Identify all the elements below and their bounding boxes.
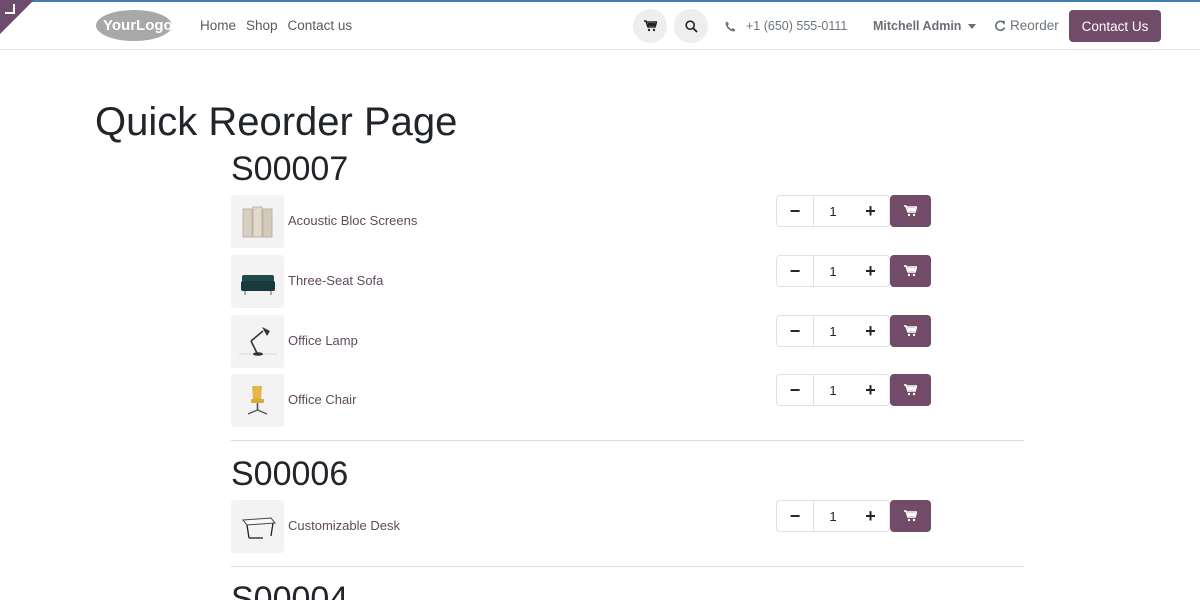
- caret-down-icon: [968, 23, 977, 29]
- cart-icon: [904, 510, 917, 522]
- cart-icon: [904, 205, 917, 217]
- logo-text: YourLogo: [103, 17, 173, 34]
- increase-quantity-button[interactable]: +: [852, 500, 890, 532]
- phone-icon: [725, 21, 736, 31]
- quantity-stepper: − 1 +: [776, 255, 890, 287]
- add-to-cart-button[interactable]: [890, 315, 931, 347]
- quantity-stepper: − 1 +: [776, 315, 890, 347]
- cart-icon: [643, 20, 657, 32]
- add-to-cart-button[interactable]: [890, 374, 931, 406]
- header-cart-button[interactable]: [633, 9, 667, 43]
- quantity-stepper: − 1 +: [776, 195, 890, 227]
- order-divider: [231, 440, 1024, 441]
- product-link[interactable]: Acoustic Bloc Screens: [288, 213, 417, 228]
- order-title: S00006: [231, 455, 349, 493]
- quantity-input[interactable]: 1: [814, 255, 852, 287]
- cart-icon: [904, 265, 917, 277]
- order-title: S00004: [231, 580, 349, 600]
- quantity-input[interactable]: 1: [814, 195, 852, 227]
- increase-quantity-button[interactable]: +: [852, 195, 890, 227]
- user-name: Mitchell Admin: [873, 19, 962, 33]
- order-item: Office Lamp − 1 +: [231, 315, 931, 368]
- contact-us-button[interactable]: Contact Us: [1069, 10, 1161, 42]
- acoustic-screen-image: [231, 195, 284, 248]
- add-to-cart-button[interactable]: [890, 500, 931, 532]
- corner-arrow-icon: [5, 4, 15, 14]
- site-header: YourLogo Home Shop Contact us +1 (650) 5…: [0, 2, 1200, 50]
- increase-quantity-button[interactable]: +: [852, 374, 890, 406]
- nav-home[interactable]: Home: [200, 18, 236, 33]
- header-search-button[interactable]: [674, 9, 708, 43]
- order-item: Customizable Desk − 1 +: [231, 500, 931, 553]
- add-to-cart-button[interactable]: [890, 255, 931, 287]
- quantity-input[interactable]: 1: [814, 500, 852, 532]
- decrease-quantity-button[interactable]: −: [776, 500, 814, 532]
- phone-contact[interactable]: +1 (650) 555-0111: [725, 19, 847, 33]
- decrease-quantity-button[interactable]: −: [776, 315, 814, 347]
- product-link[interactable]: Three-Seat Sofa: [288, 273, 383, 288]
- reorder-link[interactable]: Reorder: [994, 18, 1059, 33]
- cart-icon: [904, 325, 917, 337]
- order-item: Office Chair − 1 +: [231, 374, 931, 427]
- nav-shop[interactable]: Shop: [246, 18, 278, 33]
- decrease-quantity-button[interactable]: −: [776, 374, 814, 406]
- product-link[interactable]: Office Chair: [288, 392, 356, 407]
- order-divider: [231, 566, 1024, 567]
- user-menu[interactable]: Mitchell Admin: [873, 19, 977, 33]
- quantity-input[interactable]: 1: [814, 315, 852, 347]
- order-item: Three-Seat Sofa − 1 +: [231, 255, 931, 308]
- refresh-icon: [995, 20, 1006, 31]
- decrease-quantity-button[interactable]: −: [776, 195, 814, 227]
- product-link[interactable]: Office Lamp: [288, 333, 358, 348]
- quantity-stepper: − 1 +: [776, 500, 890, 532]
- product-link[interactable]: Customizable Desk: [288, 518, 400, 533]
- search-icon: [684, 19, 698, 33]
- main-nav: Home Shop Contact us: [200, 18, 352, 33]
- sofa-image: [231, 255, 284, 308]
- desk-image: [231, 500, 284, 553]
- logo[interactable]: YourLogo: [95, 9, 173, 42]
- page-title: Quick Reorder Page: [95, 100, 458, 144]
- increase-quantity-button[interactable]: +: [852, 315, 890, 347]
- quantity-input[interactable]: 1: [814, 374, 852, 406]
- reorder-label: Reorder: [1010, 18, 1059, 33]
- cart-icon: [904, 384, 917, 396]
- decrease-quantity-button[interactable]: −: [776, 255, 814, 287]
- nav-contact[interactable]: Contact us: [288, 18, 353, 33]
- increase-quantity-button[interactable]: +: [852, 255, 890, 287]
- order-item: Acoustic Bloc Screens − 1 +: [231, 195, 931, 248]
- add-to-cart-button[interactable]: [890, 195, 931, 227]
- order-title: S00007: [231, 150, 349, 188]
- phone-number: +1 (650) 555-0111: [746, 19, 848, 33]
- chair-image: [231, 374, 284, 427]
- quantity-stepper: − 1 +: [776, 374, 890, 406]
- lamp-image: [231, 315, 284, 368]
